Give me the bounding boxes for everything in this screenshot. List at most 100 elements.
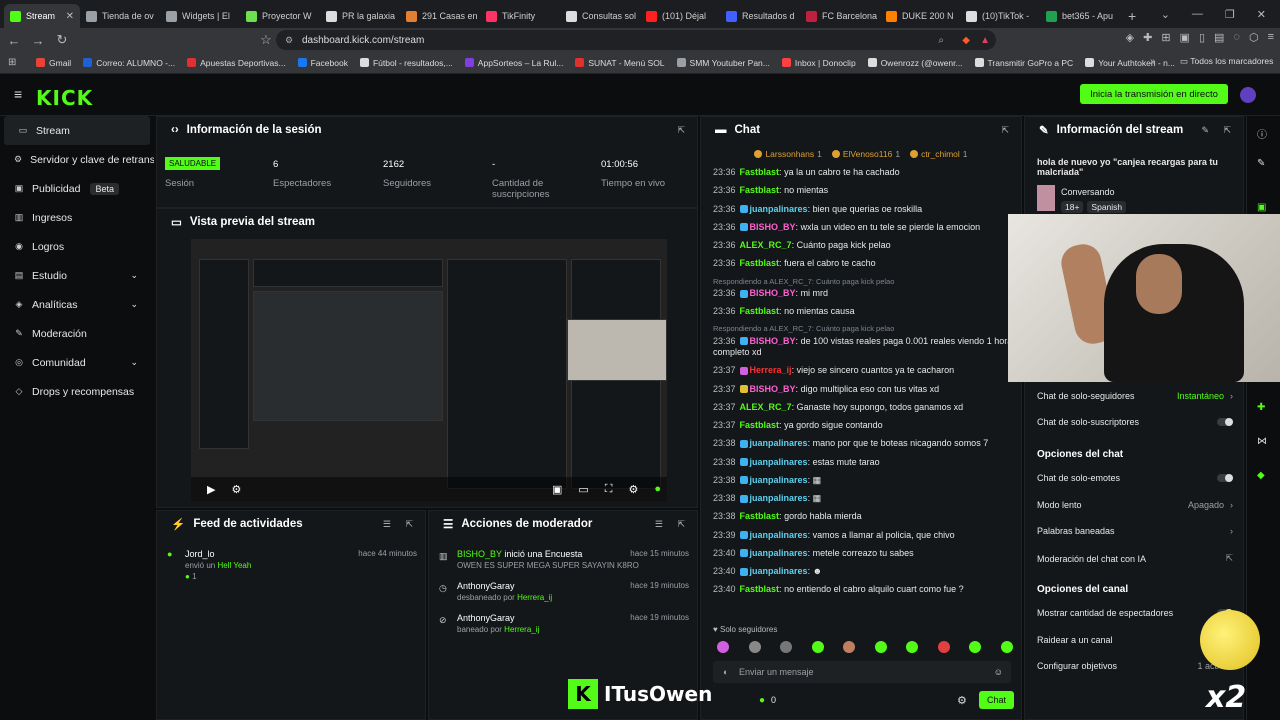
bookmark-item[interactable]: Gmail xyxy=(36,58,71,68)
rewards-icon[interactable]: ▲ xyxy=(980,35,990,46)
share-icon[interactable]: ⋈ xyxy=(1257,436,1267,447)
category-name[interactable]: Conversando xyxy=(1061,187,1115,197)
setting-control[interactable]: Apagado › xyxy=(1188,500,1233,510)
emote-icon[interactable] xyxy=(1000,641,1013,653)
browser-tab[interactable]: bet365 - Apu xyxy=(1040,4,1120,28)
chat-username[interactable]: BISHO_BY xyxy=(750,288,796,298)
edit-icon[interactable]: ✎ xyxy=(1201,125,1209,136)
emote-icon[interactable] xyxy=(937,641,950,653)
chat-input[interactable]: ◖ Enviar un mensaje ☺ xyxy=(713,661,1011,683)
setting-row[interactable]: Mostrar cantidad de espectadores xyxy=(1037,608,1233,618)
chevron-down-icon[interactable]: ⌄ xyxy=(130,357,138,368)
sidebar-item[interactable]: ▥ Ingresos xyxy=(0,203,154,232)
browser-tab[interactable]: TikFinity xyxy=(480,4,560,28)
settings-gear-icon[interactable]: ⚙ xyxy=(231,483,241,496)
sidebar-item[interactable]: ◉ Logros xyxy=(0,232,154,261)
shield-icon[interactable]: ◆ xyxy=(1257,470,1265,481)
setting-row[interactable]: Palabras baneadas › xyxy=(1037,526,1233,536)
browser-tab[interactable]: Stream ✕ xyxy=(4,4,80,28)
sidebar-toggle-icon[interactable]: ▯ xyxy=(1199,31,1205,44)
setting-row[interactable]: Modo lento Apagado › xyxy=(1037,500,1233,510)
browser-tab[interactable]: DUKE 200 N xyxy=(880,4,960,28)
gifter[interactable]: ctr_chimol 1 xyxy=(910,147,968,161)
vpn-icon[interactable]: ◌ xyxy=(1233,31,1240,44)
fullscreen-icon[interactable]: ⛶ xyxy=(605,483,613,496)
chat-username[interactable]: juanpalinares xyxy=(750,204,808,214)
menu-icon[interactable]: ≡ xyxy=(1268,31,1274,44)
chat-username[interactable]: Fastblast xyxy=(740,420,780,430)
extension-icon[interactable]: ▣ xyxy=(1180,31,1190,44)
browser-tab[interactable]: (101) Déjal xyxy=(640,4,720,28)
browser-tab[interactable]: 291 Casas en xyxy=(400,4,480,28)
chat-username[interactable]: juanpalinares xyxy=(750,438,808,448)
gifter[interactable]: Larssonhans 1 xyxy=(754,147,822,161)
bookmark-item[interactable]: Fútbol - resultados,... xyxy=(359,58,453,68)
mod-by[interactable]: Herrera_ij xyxy=(504,625,539,634)
bookmark-item[interactable]: Owenrozz (@owenr... xyxy=(867,58,963,68)
kick-logo[interactable]: KICK xyxy=(36,86,93,110)
chat-username[interactable]: Fastblast xyxy=(740,185,780,195)
sidebar-item[interactable]: ◎ Comunidad ⌄ xyxy=(0,348,154,377)
chat-username[interactable]: BISHO_BY xyxy=(750,384,796,394)
chat-username[interactable]: juanpalinares xyxy=(750,530,808,540)
bookmark-item[interactable]: Your Authtoken - n... xyxy=(1085,58,1175,68)
zoom-icon[interactable]: ⌕ xyxy=(938,35,944,46)
brave-shield-icon[interactable]: ◆ xyxy=(962,35,970,46)
chevron-down-icon[interactable]: ⌄ xyxy=(130,299,138,310)
bookmark-item[interactable]: SUNAT - Menú SOL xyxy=(575,58,665,68)
sidebar-item[interactable]: ✎ Moderación xyxy=(0,319,154,348)
all-bookmarks-link[interactable]: ▭ Todos los marcadores xyxy=(1180,56,1273,67)
setting-row[interactable]: Chat de solo-emotes xyxy=(1037,473,1233,483)
browser-tab[interactable]: PR la galaxia xyxy=(320,4,400,28)
pip-icon[interactable]: ▣ xyxy=(552,483,562,496)
setting-control[interactable] xyxy=(1217,474,1233,482)
chat-username[interactable]: juanpalinares xyxy=(750,548,808,558)
extension-icon[interactable]: ◈ xyxy=(1126,31,1134,44)
bookmark-item[interactable]: Transmitir GoPro a PC xyxy=(974,58,1073,68)
url-field[interactable]: ⚙ dashboard.kick.com/stream ⌕ ◆ ▲ xyxy=(276,30,996,50)
sidebar-item[interactable]: ▣ Publicidad Beta xyxy=(0,174,154,203)
restore-icon[interactable]: ❐ xyxy=(1225,8,1235,21)
mod-by[interactable]: Herrera_ij xyxy=(517,593,552,602)
chat-settings-icon[interactable]: ⚙ xyxy=(957,694,967,707)
filter-icon[interactable]: ☰ xyxy=(383,519,391,530)
emote-icon[interactable] xyxy=(748,641,761,653)
popout-icon[interactable]: ⇱ xyxy=(1001,125,1009,136)
setting-control[interactable]: ⇱ xyxy=(1225,553,1233,564)
info-circle-icon[interactable]: ⓘ xyxy=(1257,126,1267,141)
send-chat-button[interactable]: Chat xyxy=(979,691,1015,709)
browser-tab[interactable]: Consultas sol xyxy=(560,4,640,28)
setting-row[interactable]: Configurar objetivos1 activas xyxy=(1037,661,1233,671)
bookmark-item[interactable]: Correo: ALUMNO -... xyxy=(83,58,175,68)
tab-close-icon[interactable]: ✕ xyxy=(66,11,74,22)
browser-tab[interactable]: Widgets | El xyxy=(160,4,240,28)
tab-search-icon[interactable]: ⌄ xyxy=(1161,8,1170,21)
chat-username[interactable]: ALEX_RC_7 xyxy=(740,402,792,412)
new-tab-icon[interactable]: + xyxy=(1120,4,1144,28)
emote-icon[interactable] xyxy=(843,641,856,653)
popout-icon[interactable]: ⇱ xyxy=(405,519,413,530)
setting-control[interactable]: › xyxy=(1230,526,1233,536)
bookmark-star-icon[interactable]: ☆ xyxy=(256,32,276,48)
chat-username[interactable]: Fastblast xyxy=(740,258,780,268)
sidebar-item[interactable]: ⚙ Servidor y clave de retransmisión xyxy=(0,145,154,174)
chat-username[interactable]: juanpalinares xyxy=(750,475,808,485)
mod-user[interactable]: BISHO_BY xyxy=(457,549,502,559)
go-live-button[interactable]: Inicia la transmisión en directo xyxy=(1080,84,1228,104)
avatar[interactable] xyxy=(1240,87,1256,103)
sidebar-item[interactable]: ◈ Analíticas ⌄ xyxy=(0,290,154,319)
toggle-switch[interactable] xyxy=(1217,418,1233,426)
play-icon[interactable]: ▶ xyxy=(207,483,215,496)
chat-username[interactable]: ALEX_RC_7 xyxy=(740,240,792,250)
setting-row[interactable]: Moderación del chat con IA ⇱ xyxy=(1037,553,1233,564)
popout-icon[interactable]: ⇱ xyxy=(1223,125,1231,136)
chat-username[interactable]: juanpalinares xyxy=(750,457,808,467)
chevron-down-icon[interactable]: ⌄ xyxy=(130,270,138,281)
emoji-icon[interactable]: ☺ xyxy=(994,667,1003,677)
gifter[interactable]: ElVenoso116 1 xyxy=(831,147,900,161)
emote-icon[interactable] xyxy=(780,641,793,653)
extension-icon[interactable]: ⊞ xyxy=(1161,31,1170,44)
sidebar-item[interactable]: ▤ Estudio ⌄ xyxy=(0,261,154,290)
emote-icon[interactable] xyxy=(969,641,982,653)
emote-icon[interactable] xyxy=(811,641,824,653)
